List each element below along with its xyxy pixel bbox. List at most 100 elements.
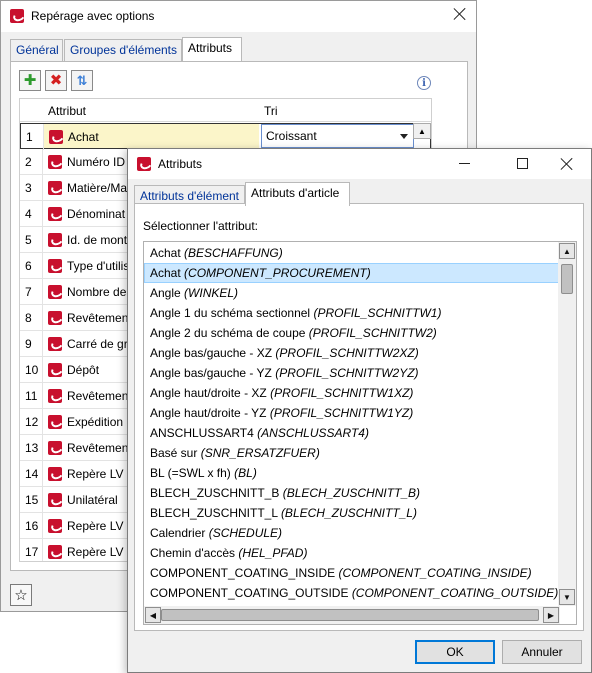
app-icon [10, 9, 24, 23]
list-item-name: Angle haut/droite - XZ [150, 386, 267, 400]
table-row[interactable]: 1 Achat Croissant [20, 123, 431, 150]
list-item-name: Angle haut/droite - YZ [150, 406, 267, 420]
dialog-titlebar: Attributs [128, 149, 591, 179]
list-item[interactable]: COMPONENT_COATING_OUTSIDE (COMPONENT_COA… [144, 583, 559, 603]
list-item-name: Achat [150, 266, 181, 280]
list-item[interactable]: BL (=SWL x fh) (BL) [144, 463, 559, 483]
list-item[interactable]: ANSCHLUSSART4 (ANSCHLUSSART4) [144, 423, 559, 443]
scroll-right-button[interactable]: ▶ [543, 607, 559, 623]
row-attribute-name: Dépôt [67, 363, 100, 377]
ok-button[interactable]: OK [415, 640, 495, 664]
list-item-name: Angle [150, 286, 181, 300]
attribute-icon [48, 441, 62, 455]
list-item[interactable]: Achat (BESCHAFFUNG) [144, 243, 559, 263]
list-item[interactable]: Achat (COMPONENT_PROCUREMENT) [144, 263, 559, 283]
list-item-key: (PROFIL_SCHNITTW1XZ) [270, 386, 414, 400]
list-item-name: COMPONENT_COATING_INSIDE [150, 566, 336, 580]
row-attribute-name: Revêtemen [67, 441, 129, 455]
tab-attributes[interactable]: Attributs [182, 37, 242, 61]
maximize-icon[interactable] [517, 158, 528, 169]
list-item[interactable]: Angle bas/gauche - YZ (PROFIL_SCHNITTW2Y… [144, 363, 559, 383]
row-number: 4 [20, 201, 43, 227]
attribute-icon [48, 155, 62, 169]
row-number: 15 [20, 487, 43, 513]
list-item[interactable]: COMPONENT_COATING_INSIDE (COMPONENT_COAT… [144, 563, 559, 583]
row-number: 11 [20, 383, 43, 409]
tab-article-attributes[interactable]: Attributs d'article [245, 182, 350, 206]
row-attribute-name: Dénominat [67, 207, 126, 221]
list-item[interactable]: Calendrier (SCHEDULE) [144, 523, 559, 543]
attribute-icon [48, 545, 62, 559]
list-item-key: (PROFIL_SCHNITTW2XZ) [275, 346, 419, 360]
list-item[interactable]: Angle haut/droite - YZ (PROFIL_SCHNITTW1… [144, 403, 559, 423]
minimize-icon[interactable] [455, 155, 475, 171]
list-item-key: (PROFIL_SCHNITTW2) [308, 326, 437, 340]
sort-dropdown-value: Croissant [266, 129, 317, 143]
list-item-name: COMPONENT_COATING_OUTSIDE [150, 586, 349, 600]
attribute-icon [48, 207, 62, 221]
row-number: 8 [20, 305, 43, 331]
row-number: 3 [20, 175, 43, 201]
list-item-key: (BLECH_ZUSCHNITT_L) [280, 506, 417, 520]
favorites-button[interactable]: ☆ [10, 584, 32, 606]
row-attribute-name: Nombre de [67, 285, 127, 299]
row-attribute-name: Numéro ID [67, 155, 126, 169]
star-icon: ☆ [14, 587, 28, 604]
horizontal-scroll-thumb[interactable] [161, 609, 539, 621]
tab-general[interactable]: Général [10, 39, 63, 61]
list-item-key: (BESCHAFFUNG) [184, 246, 283, 260]
row-number: 13 [20, 435, 43, 461]
delete-button[interactable]: ✖ [45, 70, 67, 91]
list-vertical-scrollbar[interactable]: ▲ ▼ [558, 242, 576, 606]
grid-scrollbar[interactable]: ▲ [413, 123, 431, 139]
scroll-down-button[interactable]: ▼ [559, 589, 575, 605]
list-item-name: BLECH_ZUSCHNITT_B [150, 486, 280, 500]
sort-dropdown[interactable]: Croissant [261, 124, 414, 148]
list-horizontal-scrollbar[interactable]: ◀ ▶ [144, 606, 560, 624]
row-attribute-name: Repère LV 4 [67, 519, 134, 533]
row-attribute-name: Matière/Ma [67, 181, 128, 195]
column-header-attribute[interactable]: Attribut [48, 104, 86, 118]
row-attribute-name: Expédition [67, 415, 124, 429]
list-item[interactable]: BLECH_ZUSCHNITT_B (BLECH_ZUSCHNITT_B) [144, 483, 559, 503]
list-item[interactable]: Angle 2 du schéma de coupe (PROFIL_SCHNI… [144, 323, 559, 343]
list-item-key: (PROFIL_SCHNITTW2YZ) [275, 366, 419, 380]
tab-element-groups[interactable]: Groupes d'éléments [64, 39, 182, 61]
attribute-list[interactable]: Achat (BESCHAFFUNG) Achat (COMPONENT_PROC… [143, 241, 577, 625]
attributes-dialog: Attributs Attributs d'élément Attributs … [127, 148, 592, 673]
cancel-button[interactable]: Annuler [502, 640, 582, 664]
list-item-key: (ANSCHLUSSART4) [257, 426, 369, 440]
row-number: 12 [20, 409, 43, 435]
info-icon[interactable]: i [417, 76, 431, 90]
dialog-close-icon[interactable] [560, 157, 574, 171]
sort-icon: ⇅ [76, 73, 88, 88]
sort-button[interactable]: ⇅ [71, 70, 93, 91]
row-number: 7 [20, 279, 43, 305]
list-item[interactable]: BLECH_ZUSCHNITT_L (BLECH_ZUSCHNITT_L) [144, 503, 559, 523]
list-item[interactable]: Chemin d'accès (HEL_PFAD) [144, 543, 559, 563]
list-item-name: Angle bas/gauche - YZ [150, 366, 272, 380]
list-item-key: (SCHEDULE) [208, 526, 283, 540]
list-item[interactable]: Angle haut/droite - XZ (PROFIL_SCHNITTW1… [144, 383, 559, 403]
list-item[interactable]: Basé sur (SNR_ERSATZFUER) [144, 443, 559, 463]
row-attribute-name: Carré de gr [67, 337, 128, 351]
attribute-icon [48, 233, 62, 247]
list-item-key: (PROFIL_SCHNITTW1) [313, 306, 442, 320]
list-item[interactable]: Angle bas/gauche - XZ (PROFIL_SCHNITTW2X… [144, 343, 559, 363]
vertical-scroll-thumb[interactable] [561, 264, 573, 294]
scroll-left-button[interactable]: ◀ [145, 607, 161, 623]
add-button[interactable]: ✚ [19, 70, 41, 91]
attribute-icon [48, 259, 62, 273]
list-item-key: (COMPONENT_PROCUREMENT) [184, 266, 371, 280]
scroll-up-button[interactable]: ▲ [559, 243, 575, 259]
list-item[interactable]: Angle (WINKEL) [144, 283, 559, 303]
row-number: 9 [20, 331, 43, 357]
dialog-title: Attributs [158, 157, 203, 171]
column-header-sort[interactable]: Tri [264, 104, 278, 118]
close-icon[interactable] [453, 7, 467, 21]
attribute-icon [48, 337, 62, 351]
list-item[interactable]: Angle 1 du schéma sectionnel (PROFIL_SCH… [144, 303, 559, 323]
list-item-key: (PROFIL_SCHNITTW1YZ) [269, 406, 414, 420]
main-titlebar: Repérage avec options [1, 1, 476, 32]
list-item-name: Angle 2 du schéma de coupe [150, 326, 306, 340]
